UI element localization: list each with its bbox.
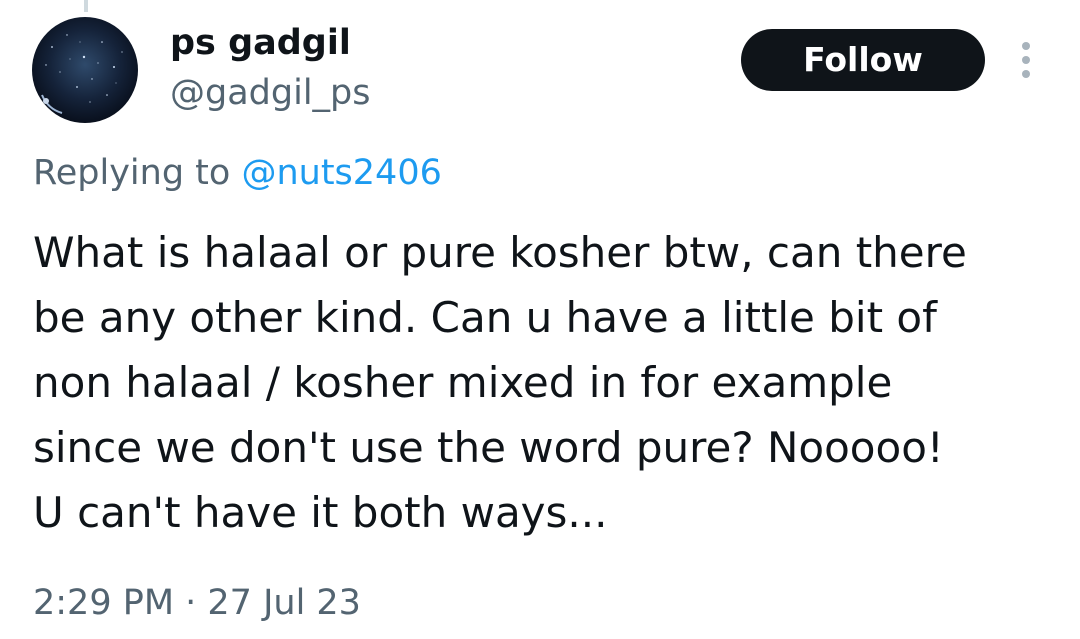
reply-to-handle-link[interactable]: @nuts2406 <box>241 153 441 193</box>
tweet-text: What is halaal or pure kosher btw, can t… <box>33 220 1053 545</box>
tweet-line: since we don't use the word pure? Nooooo… <box>33 423 944 472</box>
author-handle[interactable]: @gadgil_ps <box>170 72 371 114</box>
tweet-line: U can't have it both ways... <box>33 488 608 537</box>
author-display-name[interactable]: ps gadgil <box>170 22 351 64</box>
replying-to-prefix: Replying to <box>33 153 242 193</box>
thread-connector-line <box>84 0 88 12</box>
replying-to-line: Replying to @nuts2406 <box>33 150 442 196</box>
tweet-timestamp[interactable]: 2:29 PM · 27 Jul 23 <box>33 580 361 626</box>
tweet-line: What is halaal or pure kosher btw, can t… <box>33 228 967 277</box>
tweet-line: non halaal / kosher mixed in for example <box>33 358 893 407</box>
tweet-line: be any other kind. Can u have a little b… <box>33 293 937 342</box>
more-vertical-icon[interactable] <box>1015 40 1037 80</box>
follow-button[interactable]: Follow <box>741 29 985 91</box>
starry-night-avatar-icon <box>32 17 138 123</box>
avatar[interactable] <box>32 17 138 123</box>
